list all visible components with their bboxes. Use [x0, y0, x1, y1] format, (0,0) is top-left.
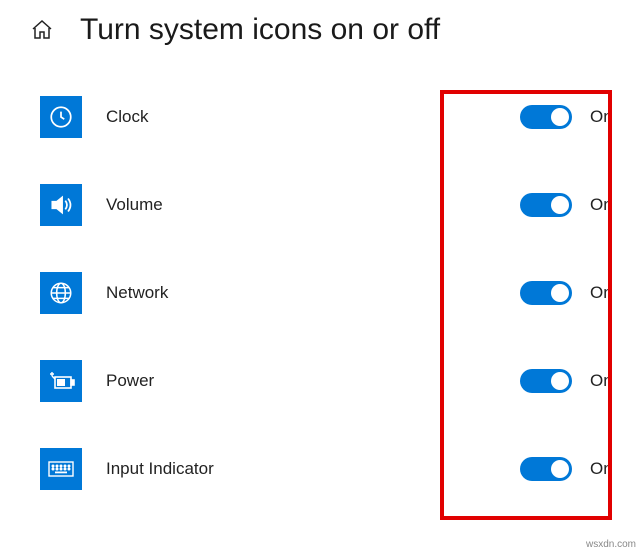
header: Turn system icons on or off	[0, 0, 644, 56]
home-icon	[30, 18, 54, 42]
item-label: Power	[106, 371, 520, 391]
toggle-state: On	[590, 459, 620, 479]
settings-list: Clock On Volume On Network	[0, 56, 644, 490]
list-item: Volume On	[40, 184, 620, 226]
home-button[interactable]	[24, 12, 60, 48]
toggle-state: On	[590, 107, 620, 127]
toggle-power[interactable]	[520, 369, 572, 393]
list-item: Power On	[40, 360, 620, 402]
toggle-area: On	[520, 281, 620, 305]
toggle-clock[interactable]	[520, 105, 572, 129]
item-label: Clock	[106, 107, 520, 127]
keyboard-icon	[47, 458, 75, 480]
watermark: wsxdn.com	[586, 539, 636, 550]
item-label: Volume	[106, 195, 520, 215]
toggle-state: On	[590, 195, 620, 215]
toggle-volume[interactable]	[520, 193, 572, 217]
list-item: Input Indicator On	[40, 448, 620, 490]
network-icon	[48, 280, 74, 306]
toggle-state: On	[590, 283, 620, 303]
toggle-network[interactable]	[520, 281, 572, 305]
icon-tile	[40, 272, 82, 314]
list-item: Network On	[40, 272, 620, 314]
item-label: Input Indicator	[106, 459, 520, 479]
toggle-area: On	[520, 369, 620, 393]
volume-icon	[48, 192, 74, 218]
page-title: Turn system icons on or off	[80, 13, 440, 47]
clock-icon	[48, 104, 74, 130]
toggle-area: On	[520, 457, 620, 481]
power-icon	[47, 368, 75, 394]
icon-tile	[40, 448, 82, 490]
toggle-state: On	[590, 371, 620, 391]
toggle-area: On	[520, 105, 620, 129]
icon-tile	[40, 360, 82, 402]
icon-tile	[40, 96, 82, 138]
list-item: Clock On	[40, 96, 620, 138]
item-label: Network	[106, 283, 520, 303]
icon-tile	[40, 184, 82, 226]
toggle-input-indicator[interactable]	[520, 457, 572, 481]
toggle-area: On	[520, 193, 620, 217]
